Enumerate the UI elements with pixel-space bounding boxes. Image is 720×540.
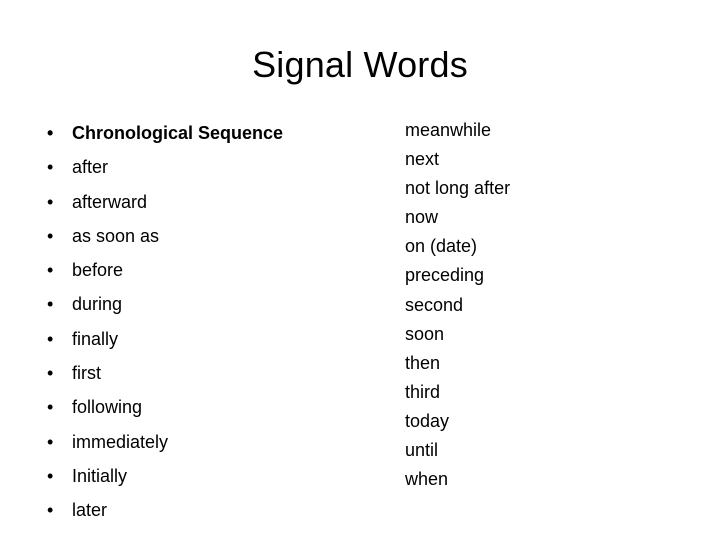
- list-item-label: second: [405, 294, 464, 315]
- list-item: • first: [40, 356, 380, 390]
- list-item-label: then: [405, 352, 441, 373]
- list-item-label: soon: [405, 323, 445, 344]
- list-item: then: [405, 349, 695, 378]
- bullet-icon: •: [47, 225, 54, 246]
- bullet-icon: •: [47, 328, 54, 349]
- list-item: • following: [40, 390, 380, 424]
- signal-words-list-right: meanwhile next not long after now on (da…: [405, 116, 695, 494]
- list-item: second: [405, 291, 695, 320]
- list-item: until: [405, 436, 695, 465]
- list-item: not long after: [405, 174, 695, 203]
- slide-canvas: Signal Words • Chronological Sequence • …: [0, 0, 720, 540]
- signal-words-list-left: • Chronological Sequence • after • after…: [40, 116, 380, 528]
- list-item-label: third: [405, 381, 441, 402]
- list-item-label: Initially: [72, 465, 128, 486]
- list-item: • before: [40, 253, 380, 287]
- list-item-label: as soon as: [72, 225, 160, 246]
- bullet-icon: •: [47, 431, 54, 452]
- list-item: • afterward: [40, 185, 380, 219]
- list-item: next: [405, 145, 695, 174]
- list-item-label: during: [72, 294, 123, 315]
- list-item-label: next: [405, 149, 440, 170]
- left-column: • Chronological Sequence • after • after…: [40, 116, 380, 528]
- list-item: meanwhile: [405, 116, 695, 145]
- list-item-label: following: [72, 397, 143, 418]
- list-item-label: today: [405, 410, 450, 431]
- bullet-icon: •: [47, 294, 54, 315]
- list-item: when: [405, 465, 695, 494]
- right-column: meanwhile next not long after now on (da…: [405, 116, 695, 494]
- list-item: • Initially: [40, 459, 380, 493]
- list-item: • Chronological Sequence: [40, 116, 380, 150]
- list-item: preceding: [405, 261, 695, 290]
- list-item-label: preceding: [405, 265, 485, 286]
- list-item-label: when: [405, 469, 449, 490]
- list-item: • during: [40, 287, 380, 321]
- list-item: today: [405, 407, 695, 436]
- bullet-icon: •: [47, 397, 54, 418]
- bullet-icon: •: [47, 363, 54, 384]
- page-title: Signal Words: [252, 44, 468, 85]
- list-item-label: finally: [72, 328, 119, 349]
- list-item: • later: [40, 493, 380, 527]
- bullet-icon: •: [47, 500, 54, 521]
- list-item-label: first: [72, 363, 101, 384]
- bullet-icon: •: [47, 465, 54, 486]
- list-item: • immediately: [40, 425, 380, 459]
- list-item-label: afterward: [72, 191, 148, 212]
- list-item-label: before: [72, 260, 124, 281]
- list-item-label: until: [405, 440, 439, 461]
- list-item-label: on (date): [405, 236, 478, 257]
- list-item-label: not long after: [405, 178, 511, 199]
- list-item: soon: [405, 320, 695, 349]
- list-item: • as soon as: [40, 219, 380, 253]
- bullet-icon: •: [47, 260, 54, 281]
- list-item-label: meanwhile: [405, 120, 492, 140]
- list-item-label: Chronological Sequence: [72, 123, 284, 143]
- list-item-label: now: [405, 207, 439, 228]
- bullet-icon: •: [47, 191, 54, 212]
- list-item: on (date): [405, 232, 695, 261]
- list-item: • finally: [40, 322, 380, 356]
- list-item: third: [405, 378, 695, 407]
- list-item: • after: [40, 150, 380, 184]
- list-item: now: [405, 203, 695, 232]
- bullet-icon: •: [47, 123, 54, 143]
- bullet-icon: •: [47, 157, 54, 178]
- list-item-label: after: [72, 157, 109, 178]
- list-item-label: immediately: [72, 431, 169, 452]
- list-item-label: later: [72, 500, 108, 521]
